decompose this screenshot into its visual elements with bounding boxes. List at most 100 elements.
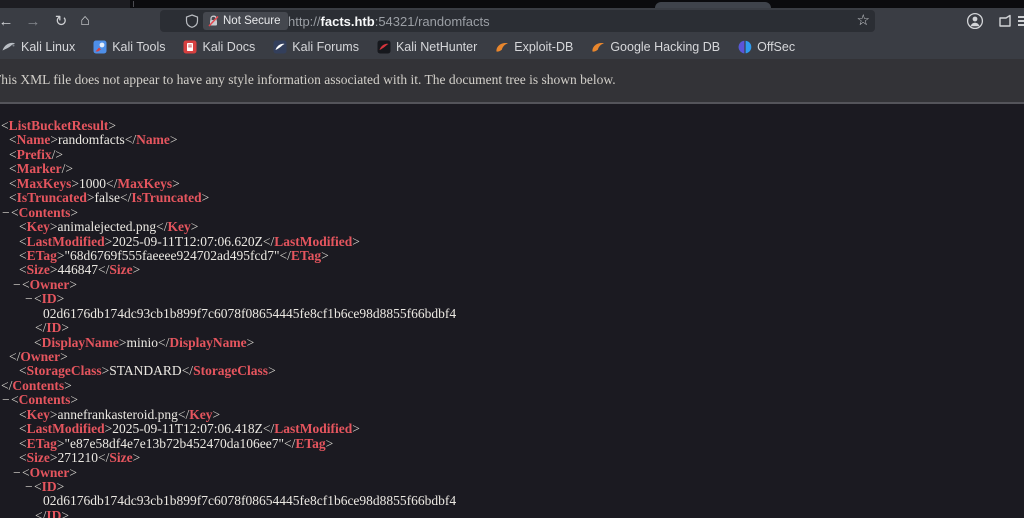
xml-punctuation: < bbox=[9, 132, 17, 147]
xml-punctuation: </ bbox=[284, 436, 295, 451]
xml-tag-name: Key bbox=[27, 407, 50, 422]
xml-punctuation: > bbox=[70, 392, 78, 407]
xml-punctuation: < bbox=[19, 363, 27, 378]
bookmark-item[interactable]: Google Hacking DB bbox=[582, 34, 729, 59]
xml-punctuation: </ bbox=[98, 262, 109, 277]
xml-text-value: annefrankasteroid.png bbox=[58, 407, 178, 422]
xml-punctuation: > bbox=[70, 205, 78, 220]
xml-line: <ListBucketResult> bbox=[1, 119, 456, 133]
xml-punctuation: > bbox=[69, 277, 77, 292]
xml-tag-name: Size bbox=[109, 450, 132, 465]
xml-punctuation: < bbox=[9, 176, 17, 191]
xml-punctuation: /> bbox=[52, 147, 63, 162]
url-bar[interactable]: Not Secure http://facts.htb:54321/random… bbox=[160, 10, 875, 32]
xml-punctuation: < bbox=[11, 392, 19, 407]
reload-button[interactable]: ↻ bbox=[50, 8, 72, 34]
xml-line: −<Contents> bbox=[1, 393, 456, 407]
bookmark-label: Kali Tools bbox=[112, 40, 165, 54]
xml-line: −<ID> bbox=[1, 480, 456, 494]
google-hacking-db-icon bbox=[591, 40, 605, 54]
xml-tag-name: MaxKeys bbox=[17, 176, 72, 191]
xml-notice-banner: This XML file does not appear to have an… bbox=[0, 59, 1024, 104]
xml-punctuation: > bbox=[64, 378, 72, 393]
xml-tag-name: LastModified bbox=[27, 234, 105, 249]
collapse-toggle[interactable]: − bbox=[25, 480, 34, 494]
bookmark-item[interactable]: OffSec bbox=[729, 34, 804, 59]
bookmark-label: Kali NetHunter bbox=[396, 40, 477, 54]
bookmark-item[interactable]: Kali Docs bbox=[174, 34, 264, 59]
tab-strip bbox=[0, 0, 1024, 8]
bookmark-star-icon[interactable]: ☆ bbox=[857, 11, 870, 29]
xml-text-value: 446847 bbox=[58, 262, 99, 277]
xml-punctuation: > bbox=[212, 407, 220, 422]
xml-line: <Size>271210</Size> bbox=[1, 451, 456, 465]
xml-punctuation: </ bbox=[98, 450, 109, 465]
xml-tag-name: StorageClass bbox=[27, 363, 102, 378]
xml-punctuation: </ bbox=[1, 378, 12, 393]
xml-punctuation: < bbox=[19, 248, 27, 263]
xml-line: </Owner> bbox=[1, 350, 456, 364]
account-icon[interactable] bbox=[966, 12, 984, 30]
xml-tag-name: ETag bbox=[27, 248, 57, 263]
xml-tag-name: LastModified bbox=[274, 234, 352, 249]
xml-punctuation: < bbox=[22, 277, 30, 292]
xml-punctuation: </ bbox=[156, 219, 167, 234]
xml-line: <LastModified>2025-09-11T12:07:06.418Z</… bbox=[1, 422, 456, 436]
xml-text-value: 2025-09-11T12:07:06.418Z bbox=[112, 421, 263, 436]
xml-line: </Contents> bbox=[1, 379, 456, 393]
xml-punctuation: < bbox=[19, 436, 27, 451]
xml-tag-name: DisplayName bbox=[169, 335, 246, 350]
collapse-toggle[interactable]: − bbox=[13, 278, 22, 292]
security-chip[interactable]: Not Secure bbox=[203, 12, 288, 30]
back-button[interactable]: ← bbox=[0, 8, 17, 34]
collapse-toggle[interactable]: − bbox=[25, 292, 34, 306]
xml-punctuation: > bbox=[87, 190, 95, 205]
forward-button[interactable]: → bbox=[22, 8, 44, 34]
collapse-toggle[interactable]: − bbox=[13, 466, 22, 480]
xml-punctuation: </ bbox=[178, 407, 189, 422]
extensions-icon[interactable] bbox=[997, 13, 1013, 29]
xml-line: −<Owner> bbox=[1, 466, 456, 480]
home-button[interactable]: ⌂ bbox=[74, 8, 96, 34]
bookmark-item[interactable]: Kali Tools bbox=[84, 34, 174, 59]
exploit-db-icon bbox=[495, 40, 509, 54]
xml-line: <DisplayName>minio</DisplayName> bbox=[1, 336, 456, 350]
xml-tag-name: Contents bbox=[19, 392, 71, 407]
hamburger-menu-icon[interactable] bbox=[1018, 16, 1024, 26]
xml-punctuation: > bbox=[268, 363, 276, 378]
xml-punctuation: > bbox=[170, 132, 178, 147]
xml-line: <StorageClass>STANDARD</StorageClass> bbox=[1, 364, 456, 378]
xml-punctuation: > bbox=[57, 248, 65, 263]
xml-tag-name: Name bbox=[17, 132, 51, 147]
xml-punctuation: > bbox=[50, 450, 58, 465]
bookmark-item[interactable]: Kali NetHunter bbox=[368, 34, 486, 59]
xml-text-value: false bbox=[95, 190, 120, 205]
collapse-toggle[interactable]: − bbox=[2, 393, 11, 407]
xml-tag-name: Size bbox=[27, 262, 50, 277]
xml-punctuation: </ bbox=[158, 335, 169, 350]
xml-punctuation: > bbox=[61, 508, 69, 518]
shield-icon[interactable] bbox=[185, 14, 199, 28]
xml-punctuation: > bbox=[133, 262, 141, 277]
xml-text-value: randomfacts bbox=[58, 132, 125, 147]
xml-punctuation: > bbox=[57, 479, 65, 494]
collapse-toggle[interactable]: − bbox=[2, 206, 11, 220]
bookmark-label: Google Hacking DB bbox=[610, 40, 720, 54]
bookmark-item[interactable]: Exploit-DB bbox=[486, 34, 582, 59]
xml-punctuation: < bbox=[1, 118, 9, 133]
xml-tag-name: IsTruncated bbox=[17, 190, 87, 205]
bookmark-item[interactable]: Kali Forums bbox=[264, 34, 368, 59]
xml-text-value: minio bbox=[127, 335, 159, 350]
url-path: :54321/randomfacts bbox=[375, 14, 490, 29]
xml-text-value: STANDARD bbox=[109, 363, 181, 378]
xml-text-value: 271210 bbox=[58, 450, 99, 465]
xml-punctuation: > bbox=[191, 219, 199, 234]
offsec-icon bbox=[738, 40, 752, 54]
xml-tag-name: ETag bbox=[295, 436, 325, 451]
xml-tag-name: LastModified bbox=[274, 421, 352, 436]
xml-punctuation: > bbox=[60, 349, 68, 364]
xml-line: <Marker/> bbox=[1, 162, 456, 176]
xml-punctuation: < bbox=[19, 219, 27, 234]
bookmark-item[interactable]: Kali Linux bbox=[0, 34, 84, 59]
xml-punctuation: > bbox=[352, 234, 360, 249]
